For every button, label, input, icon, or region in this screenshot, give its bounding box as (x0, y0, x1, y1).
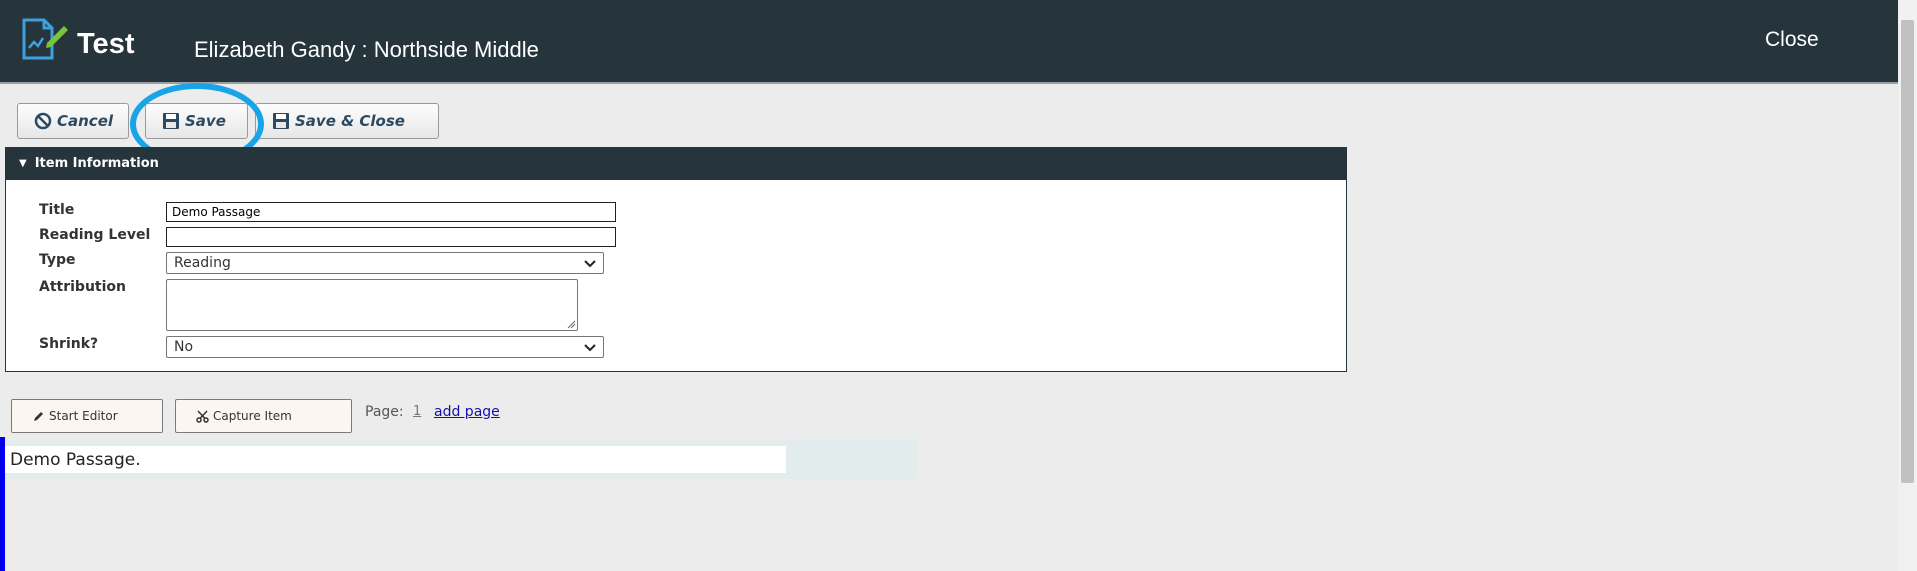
item-information-header[interactable]: ▼ Item Information (5, 147, 1347, 180)
app-title: Test (77, 28, 135, 60)
start-editor-label: Start Editor (49, 409, 118, 423)
header-divider (0, 82, 1898, 84)
page-scrollbar[interactable] (1898, 0, 1917, 571)
scissors-icon (196, 409, 209, 423)
save-button[interactable]: Save (145, 103, 248, 139)
close-button[interactable]: Close (1765, 28, 1819, 52)
capture-item-button[interactable]: Capture Item (175, 399, 352, 433)
reading-level-label: Reading Level (39, 227, 151, 243)
save-label: Save (185, 112, 226, 130)
chevron-down-icon (584, 344, 596, 352)
capture-item-label: Capture Item (213, 409, 292, 423)
type-label: Type (39, 252, 76, 268)
scrollbar-thumb[interactable] (1901, 20, 1914, 483)
app-header: Test Elizabeth Gandy : Northside Middle … (0, 0, 1898, 82)
shrink-select-value: No (174, 339, 194, 355)
cancel-button[interactable]: Cancel (17, 103, 129, 139)
collapse-caret-icon: ▼ (19, 158, 27, 169)
page-number-link[interactable]: 1 (413, 404, 421, 419)
reading-level-field[interactable] (166, 227, 616, 247)
item-information-title: Item Information (34, 156, 159, 171)
title-field[interactable] (166, 202, 616, 222)
pencil-icon (34, 411, 43, 421)
page-label: Page: (365, 404, 404, 420)
floppy-disk-icon (273, 113, 289, 129)
shrink-select[interactable]: No (166, 336, 604, 358)
floppy-disk-icon (163, 113, 179, 129)
start-editor-button[interactable]: Start Editor (11, 399, 163, 433)
save-and-close-button[interactable]: Save & Close (255, 103, 439, 139)
attribution-textarea[interactable] (166, 279, 578, 331)
attribution-label: Attribution (39, 279, 126, 295)
chevron-down-icon (584, 260, 596, 268)
save-and-close-label: Save & Close (295, 112, 405, 130)
title-label: Title (39, 202, 75, 218)
cancel-icon (34, 112, 52, 130)
test-document-icon (22, 18, 68, 60)
cancel-label: Cancel (57, 112, 114, 130)
student-school-title: Elizabeth Gandy : Northside Middle (194, 37, 539, 62)
resize-grip-icon[interactable] (566, 319, 576, 329)
type-select[interactable]: Reading (166, 252, 604, 274)
passage-text: Demo Passage. (10, 450, 141, 470)
type-select-value: Reading (174, 255, 231, 271)
shrink-label: Shrink? (39, 336, 99, 352)
add-page-link[interactable]: add page (434, 404, 500, 420)
